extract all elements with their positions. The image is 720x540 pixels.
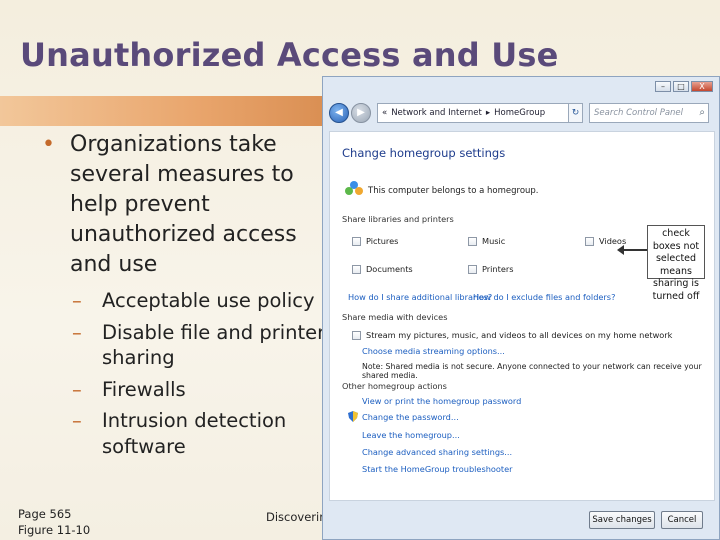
title-accent-band: [0, 96, 330, 126]
search-icon[interactable]: ⌕: [699, 104, 705, 122]
stream-media-checkbox[interactable]: Stream my pictures, music, and videos to…: [352, 330, 672, 340]
sub-bullet: – Disable file and printer sharing: [72, 320, 326, 370]
homegroup-icon: [345, 181, 363, 195]
homegroup-window: – □ X ◀ ▶ « Network and Internet ▸ HomeG…: [322, 76, 720, 540]
breadcrumb-homegroup[interactable]: HomeGroup: [494, 104, 545, 122]
homegroup-settings-panel: Change homegroup settings This computer …: [329, 131, 715, 501]
slide-title: Unauthorized Access and Use: [20, 36, 559, 74]
media-section-label: Share media with devices: [342, 312, 448, 322]
sub-bullet: – Firewalls: [72, 377, 186, 401]
shield-icon: [348, 411, 358, 422]
sub-bullet-list: – Acceptable use policy – Disable file and…: [72, 288, 332, 465]
advanced-sharing-link[interactable]: Change advanced sharing settings...: [362, 447, 512, 457]
save-changes-button[interactable]: Save changes: [589, 511, 655, 529]
maximize-button[interactable]: □: [673, 81, 689, 92]
breadcrumb-network[interactable]: Network and Internet: [391, 104, 482, 122]
music-checkbox[interactable]: Music: [468, 236, 505, 246]
callout-box: check boxes not selected means sharing i…: [647, 225, 705, 302]
view-password-link[interactable]: View or print the homegroup password: [362, 396, 521, 406]
exclude-files-link[interactable]: How do I exclude files and folders?: [473, 292, 615, 302]
pictures-checkbox[interactable]: Pictures: [352, 236, 398, 246]
share-section-label: Share libraries and printers: [342, 214, 454, 224]
cancel-button[interactable]: Cancel: [661, 511, 703, 529]
main-bullet: • Organizations take several measures to…: [42, 130, 327, 280]
media-options-link[interactable]: Choose media streaming options...: [362, 346, 505, 356]
forward-button[interactable]: ▶: [351, 103, 371, 123]
troubleshooter-link[interactable]: Start the HomeGroup troubleshooter: [362, 464, 513, 474]
minimize-button[interactable]: –: [655, 81, 671, 92]
callout-arrow: [617, 245, 647, 255]
printers-checkbox[interactable]: Printers: [468, 264, 514, 274]
search-input[interactable]: Search Control Panel ⌕: [589, 103, 709, 123]
actions-section-label: Other homegroup actions: [342, 381, 447, 391]
change-password-link[interactable]: Change the password...: [362, 412, 459, 422]
sub-bullet: – Acceptable use policy: [72, 289, 315, 312]
share-additional-link[interactable]: How do I share additional libraries?: [348, 292, 492, 302]
close-button[interactable]: X: [691, 81, 713, 92]
navigation-bar: ◀ ▶ « Network and Internet ▸ HomeGroup ↻…: [329, 101, 715, 125]
refresh-icon[interactable]: ↻: [569, 103, 583, 123]
main-bullet-text: Organizations take several measures to h…: [70, 132, 297, 277]
documents-checkbox[interactable]: Documents: [352, 264, 413, 274]
bullet-dot: •: [42, 132, 55, 157]
leave-homegroup-link[interactable]: Leave the homegroup...: [362, 430, 460, 440]
sub-bullet: – Intrusion detection software: [72, 409, 287, 458]
window-controls: – □ X: [655, 81, 713, 92]
address-bar[interactable]: « Network and Internet ▸ HomeGroup: [377, 103, 569, 123]
footer-reference: Page 565 Figure 11-10: [18, 507, 91, 537]
slide: Unauthorized Access and Use • Organizati…: [0, 0, 720, 540]
back-button[interactable]: ◀: [329, 103, 349, 123]
panel-heading: Change homegroup settings: [342, 146, 506, 160]
media-note: Note: Shared media is not secure. Anyone…: [362, 362, 702, 380]
homegroup-status: This computer belongs to a homegroup.: [368, 186, 539, 196]
